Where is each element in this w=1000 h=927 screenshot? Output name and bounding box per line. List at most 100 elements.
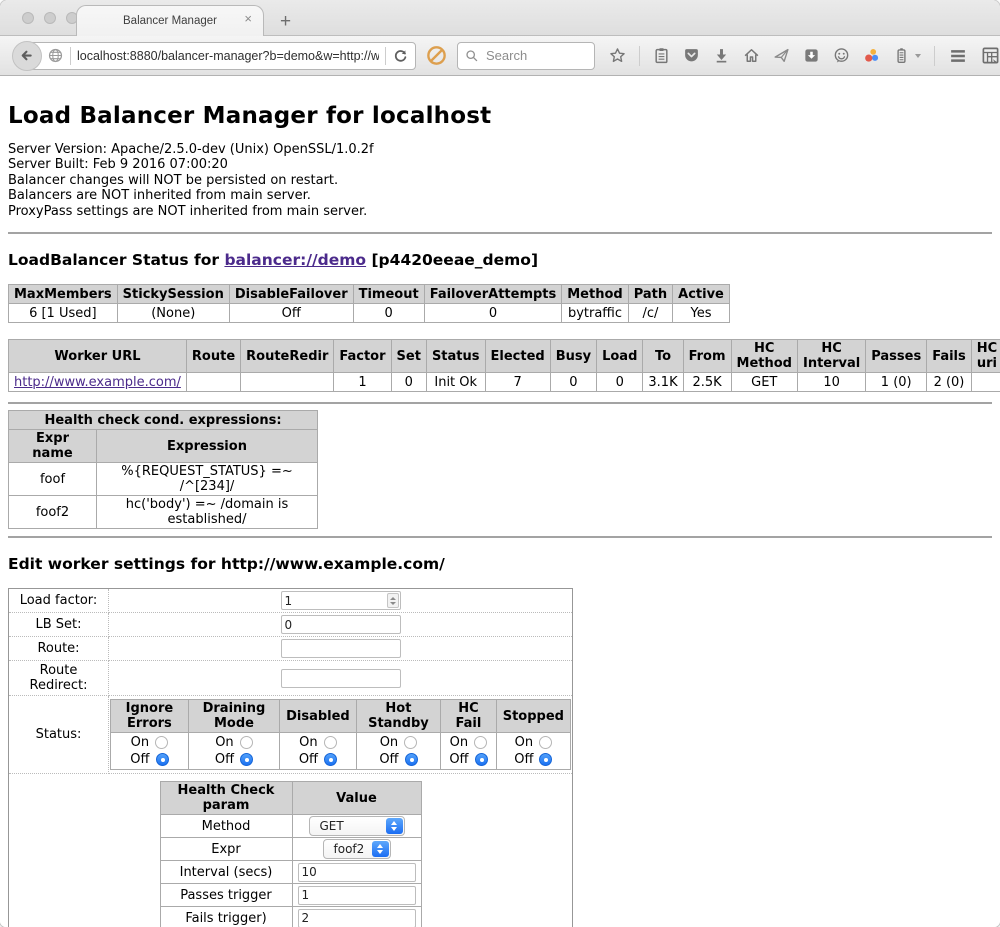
- close-window-button[interactable]: [22, 12, 34, 24]
- send-tab-icon[interactable]: [773, 47, 790, 64]
- col-expression: Expression: [97, 430, 318, 463]
- cell-stickysession: (None): [117, 304, 229, 323]
- col-timeout: Timeout: [353, 285, 424, 304]
- back-button[interactable]: [12, 41, 42, 71]
- reading-list-icon[interactable]: [653, 47, 670, 64]
- on-label: On: [515, 735, 533, 750]
- route-redirect-input[interactable]: [281, 669, 401, 688]
- table-header-row: MaxMembers StickySession DisableFailover…: [9, 285, 730, 304]
- hc-params-row: Health Check param Value Method GET Expr…: [9, 774, 573, 927]
- passes-label: Passes trigger: [160, 884, 292, 907]
- cell-expr-name: foof: [9, 463, 97, 496]
- battery-status-icon[interactable]: [893, 47, 910, 64]
- col-hot-standby: Hot Standby: [356, 700, 440, 733]
- stopped-on-radio[interactable]: [539, 736, 552, 749]
- lb-status-heading-suffix: [p4420eeae_demo]: [366, 251, 538, 269]
- lb-set-input[interactable]: [281, 615, 401, 634]
- hot-standby-off-radio[interactable]: [405, 753, 418, 766]
- divider: [8, 232, 992, 234]
- page-content: Load Balancer Manager for localhost Serv…: [0, 76, 1000, 927]
- disabled-off-radio[interactable]: [324, 753, 337, 766]
- balancer-link[interactable]: balancer://demo: [224, 251, 366, 269]
- server-built-line: Server Built: Feb 9 2016 07:00:20: [8, 157, 992, 172]
- load-factor-input[interactable]: [281, 591, 401, 610]
- col-hc-param: Health Check param: [160, 782, 292, 815]
- save-to-device-icon[interactable]: [803, 47, 820, 64]
- url-text[interactable]: localhost:8880/balancer-manager?b=demo&w…: [77, 49, 379, 63]
- cell-expression: %{REQUEST_STATUS} =~ /^[234]/: [97, 463, 318, 496]
- status-row: Status: Ignore Errors Draining Mode Disa…: [9, 696, 573, 774]
- col-active: Active: [673, 285, 730, 304]
- lb-status-heading: LoadBalancer Status for balancer://demo …: [8, 251, 992, 269]
- interval-input[interactable]: [298, 863, 416, 882]
- passes-row: Passes trigger: [160, 884, 421, 907]
- tab-close-icon[interactable]: ×: [244, 12, 252, 25]
- worker-url-link[interactable]: http://www.example.com/: [14, 375, 181, 390]
- back-arrow-icon: [19, 47, 36, 64]
- stopped-radios: On Off: [503, 735, 564, 767]
- off-label: Off: [514, 752, 533, 767]
- table-row: foof2 hc('body') =~ /domain is establish…: [9, 496, 318, 529]
- hc-fail-on-radio[interactable]: [474, 736, 487, 749]
- route-redirect-label: Route Redirect:: [9, 661, 109, 696]
- status-header-row: Ignore Errors Draining Mode Disabled Hot…: [111, 700, 571, 733]
- col-draining-mode: Draining Mode: [188, 700, 279, 733]
- fails-input[interactable]: [298, 909, 416, 927]
- home-icon[interactable]: [743, 47, 760, 64]
- downloads-icon[interactable]: [713, 47, 730, 64]
- fails-row: Fails trigger): [160, 907, 421, 927]
- table-header-row: Expr name Expression: [9, 430, 318, 463]
- feedback-smiley-icon[interactable]: [833, 47, 850, 64]
- disabled-on-radio[interactable]: [324, 736, 337, 749]
- off-label: Off: [379, 752, 398, 767]
- fails-label: Fails trigger): [160, 907, 292, 927]
- hc-fail-off-radio[interactable]: [475, 753, 488, 766]
- globe-icon: [47, 47, 64, 64]
- extension-colordots-icon[interactable]: [863, 47, 880, 64]
- passes-input[interactable]: [298, 886, 416, 905]
- tab-balancer-manager[interactable]: Balancer Manager ×: [76, 5, 264, 36]
- route-input[interactable]: [281, 639, 401, 658]
- cell-maxmembers: 6 [1 Used]: [9, 304, 118, 323]
- stopped-off-radio[interactable]: [539, 753, 552, 766]
- interval-label: Interval (secs): [160, 861, 292, 884]
- hot-standby-on-radio[interactable]: [404, 736, 417, 749]
- cell-hc-uri: [971, 373, 1000, 392]
- ignore-errors-off-radio[interactable]: [156, 753, 169, 766]
- cell-active: Yes: [673, 304, 730, 323]
- address-bar[interactable]: localhost:8880/balancer-manager?b=demo&w…: [26, 42, 416, 70]
- page-grid-icon[interactable]: [981, 46, 1000, 65]
- new-tab-button[interactable]: +: [280, 12, 291, 31]
- expr-row: Expr foof2: [160, 838, 421, 861]
- route-row: Route:: [9, 637, 573, 661]
- battery-dropdown-caret-icon[interactable]: [915, 54, 921, 58]
- draining-mode-off-radio[interactable]: [240, 753, 253, 766]
- col-ignore-errors: Ignore Errors: [111, 700, 189, 733]
- load-factor-stepper[interactable]: [281, 591, 401, 610]
- table-row: foof %{REQUEST_STATUS} =~ /^[234]/: [9, 463, 318, 496]
- blocked-content-icon[interactable]: [426, 45, 447, 66]
- status-options-table: Ignore Errors Draining Mode Disabled Hot…: [110, 699, 571, 770]
- cell-failoverattempts: 0: [424, 304, 562, 323]
- off-label: Off: [130, 752, 149, 767]
- cell-factor: 1: [334, 373, 391, 392]
- search-input[interactable]: [484, 47, 584, 64]
- menu-hamburger-icon[interactable]: [948, 46, 968, 66]
- cell-fails: 2 (0): [927, 373, 972, 392]
- ignore-errors-on-radio[interactable]: [155, 736, 168, 749]
- draining-mode-on-radio[interactable]: [240, 736, 253, 749]
- cell-routeredir: [241, 373, 334, 392]
- reload-icon[interactable]: [392, 47, 409, 64]
- bookmark-star-icon[interactable]: [609, 47, 626, 64]
- interval-row: Interval (secs): [160, 861, 421, 884]
- status-radio-row: On Off On Off On Off: [111, 733, 571, 770]
- expr-select[interactable]: foof2: [323, 839, 391, 859]
- search-bar[interactable]: [457, 42, 595, 70]
- minimize-window-button[interactable]: [44, 12, 56, 24]
- pocket-icon[interactable]: [683, 47, 700, 64]
- method-select[interactable]: GET: [309, 816, 405, 836]
- col-status: Status: [426, 340, 485, 373]
- number-spinner-icon[interactable]: [387, 593, 399, 608]
- lb-status-heading-prefix: LoadBalancer Status for: [8, 251, 224, 269]
- server-info: Server Version: Apache/2.5.0-dev (Unix) …: [8, 142, 992, 219]
